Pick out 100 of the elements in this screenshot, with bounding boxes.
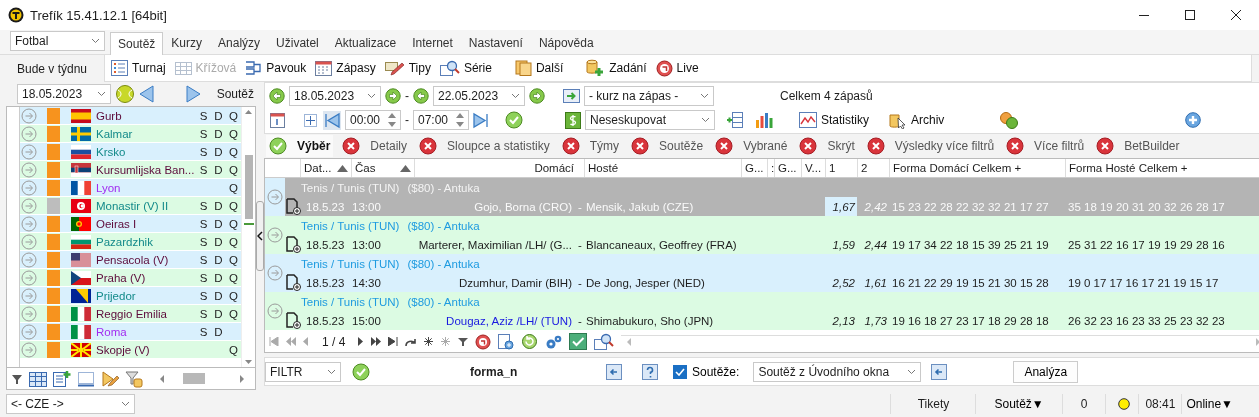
competition-name[interactable]: Pensacola (V) [96,253,196,266]
table-icon[interactable] [29,370,47,387]
odds-dropdown[interactable]: - kurz na zápas - [584,86,714,106]
menu-tab[interactable]: Nápověda [530,32,602,54]
chevron-down-icon[interactable] [907,368,917,375]
menu-tab[interactable]: Analýzy [210,32,269,54]
competition-menu[interactable]: Soutěž▼ [994,396,1044,411]
competition-name[interactable]: Roma [96,325,196,338]
calendar-icon[interactable] [269,111,286,129]
arrow-right-icon[interactable] [529,88,545,104]
check-icon[interactable] [269,137,287,155]
competition-name[interactable]: Pazardzhik [96,235,196,248]
chevron-down-icon[interactable] [327,368,336,375]
refresh-icon[interactable] [521,333,539,350]
match-row[interactable]: Tenis / Tunis (TUN) ($80) - Antuka 18.5.23 13:00 Marterer, Maximilian /LH/ (G... - Blancaneaux, Geoffrey (FRA) 1,59 2,44 19 17 34 22 18 15 39 25 21 19 25 31 22 16 17 19 19 29 28 16 [265,216,1259,254]
filter-dropdown[interactable]: FILTR [265,361,341,382]
filter-toggle[interactable]: Výsledky více filtrů [863,135,998,157]
menu-tab[interactable]: Kurzy [163,32,211,54]
online-menu[interactable]: Online▼ [1186,396,1233,411]
magnifier-icon[interactable] [594,333,615,350]
toolbar-button[interactable]: Pavouk [245,58,307,78]
first-button[interactable] [323,110,341,130]
competition-name[interactable]: Monastir (V) II [96,199,196,212]
date-to-field[interactable]: 22.05.2023 [433,86,525,106]
match-row[interactable]: Tenis / Tunis (TUN) ($80) - Antuka 18.5.23 14:30 Dzumhur, Damir (BIH) - De Jong, Jesper (NED) 2,52 1,61 16 21 22 29 19 15 21 30 15 28 19 0 17 17 16 17 21 19 15 17 [265,254,1259,292]
competition-name[interactable]: Gurb [96,109,196,122]
triangle-right-icon[interactable] [185,85,201,103]
close-icon[interactable] [1096,137,1115,155]
filter-toggle[interactable]: Vybrané [712,135,791,157]
last-icon[interactable] [473,111,489,129]
asterisk-icon[interactable] [424,337,434,346]
close-icon[interactable] [342,137,361,155]
analysis-button[interactable]: Analýza [1013,360,1079,383]
coins-icon[interactable] [1000,111,1019,129]
close-icon[interactable] [561,137,580,155]
checkbox-icon[interactable] [569,333,588,350]
last-page-icon[interactable] [388,337,399,346]
tickets-label[interactable]: Tikety [917,396,950,411]
filter-toggle[interactable]: Detaily [339,135,411,157]
arrow-left-icon[interactable] [269,88,285,104]
move-icon[interactable] [302,111,319,129]
column-header[interactable]: Domácí [534,162,574,174]
columns-icon[interactable] [726,112,743,128]
rewind-icon[interactable] [286,337,296,346]
document-add-icon[interactable] [498,333,515,350]
record-icon[interactable] [475,333,492,350]
filter-toggle[interactable]: BetBuilder [1093,135,1183,157]
column-header[interactable]: V... [805,162,822,174]
statistics-button[interactable]: Statistiky [799,112,869,128]
competition-name[interactable]: Krsko [96,145,196,158]
column-header[interactable]: Forma Hosté Celkem + [1069,162,1188,174]
bar-chart-icon[interactable] [755,112,773,128]
chevron-down-icon[interactable] [700,93,709,99]
close-icon[interactable] [419,137,438,155]
redo-icon[interactable] [405,336,418,347]
filter-toggle[interactable]: Výběr [266,135,334,157]
sport-dropdown[interactable]: Fotbal [10,31,105,51]
column-header[interactable]: Hosté [588,162,619,174]
chevron-down-icon[interactable] [97,91,106,97]
scrollbar[interactable] [159,373,245,384]
chevron-down-icon[interactable] [121,400,130,407]
filter-toggle[interactable]: Týmy [558,135,623,157]
document-add-icon[interactable] [285,198,301,215]
gears-icon[interactable] [545,333,563,350]
document-add-icon[interactable] [285,312,301,329]
filter-toggle[interactable]: Více filtrů [1003,135,1088,157]
competition-name[interactable]: Kalmar [96,127,196,140]
dotted-box-icon[interactable] [77,370,95,387]
match-row[interactable]: Tenis / Tunis (TUN) ($80) - Antuka 18.5.23 13:00 Gojo, Borna (CRO) - Mensik, Jakub (CZE) 1,67 2,42 15 23 22 28 22 32 32 21 17 27 35 18 19 20 31 20 32 26 28 17 [265,178,1259,216]
swap-icon[interactable] [563,89,580,103]
document-add-icon[interactable] [285,236,301,253]
document-add-icon[interactable] [53,370,71,387]
column-header[interactable]: G... [745,162,764,174]
add-icon[interactable] [1185,112,1202,128]
chevron-down-icon[interactable] [91,38,100,44]
close-icon[interactable] [799,137,818,155]
country-dropdown[interactable]: <- CZE -> [6,393,135,414]
close-icon[interactable] [1006,137,1025,155]
competition-name[interactable]: Skopje (V) [96,343,196,356]
check-icon[interactable] [352,362,370,381]
toolbar-button[interactable]: Série [439,58,492,78]
help-icon[interactable] [642,363,658,380]
menu-tab[interactable]: Nastavení [460,32,531,54]
column-header[interactable]: : [771,162,775,174]
competition-name[interactable]: Praha (V) [96,271,196,284]
competition-name[interactable]: Kursumlijska Ban... [96,163,196,176]
competitions-checkbox[interactable]: Soutěže: [673,364,740,379]
previous-icon[interactable] [303,337,309,346]
column-header[interactable]: Dat... [304,162,332,174]
menu-tab[interactable]: Aktualizace [326,32,405,54]
funnel-database-icon[interactable] [125,369,143,388]
column-header[interactable]: 1 [829,162,836,174]
toolbar-button[interactable]: Zápasy [315,58,376,78]
toolbar-button[interactable]: Tipy [384,58,431,78]
competition-name[interactable]: Prijedor [96,289,196,302]
scroll-thumb[interactable] [244,155,253,219]
chevron-down-icon[interactable] [701,117,710,123]
column-header[interactable]: Čas [355,162,376,174]
archive-button[interactable]: Archiv [889,111,945,129]
column-header[interactable]: Forma Domácí Celkem + [893,162,1022,174]
